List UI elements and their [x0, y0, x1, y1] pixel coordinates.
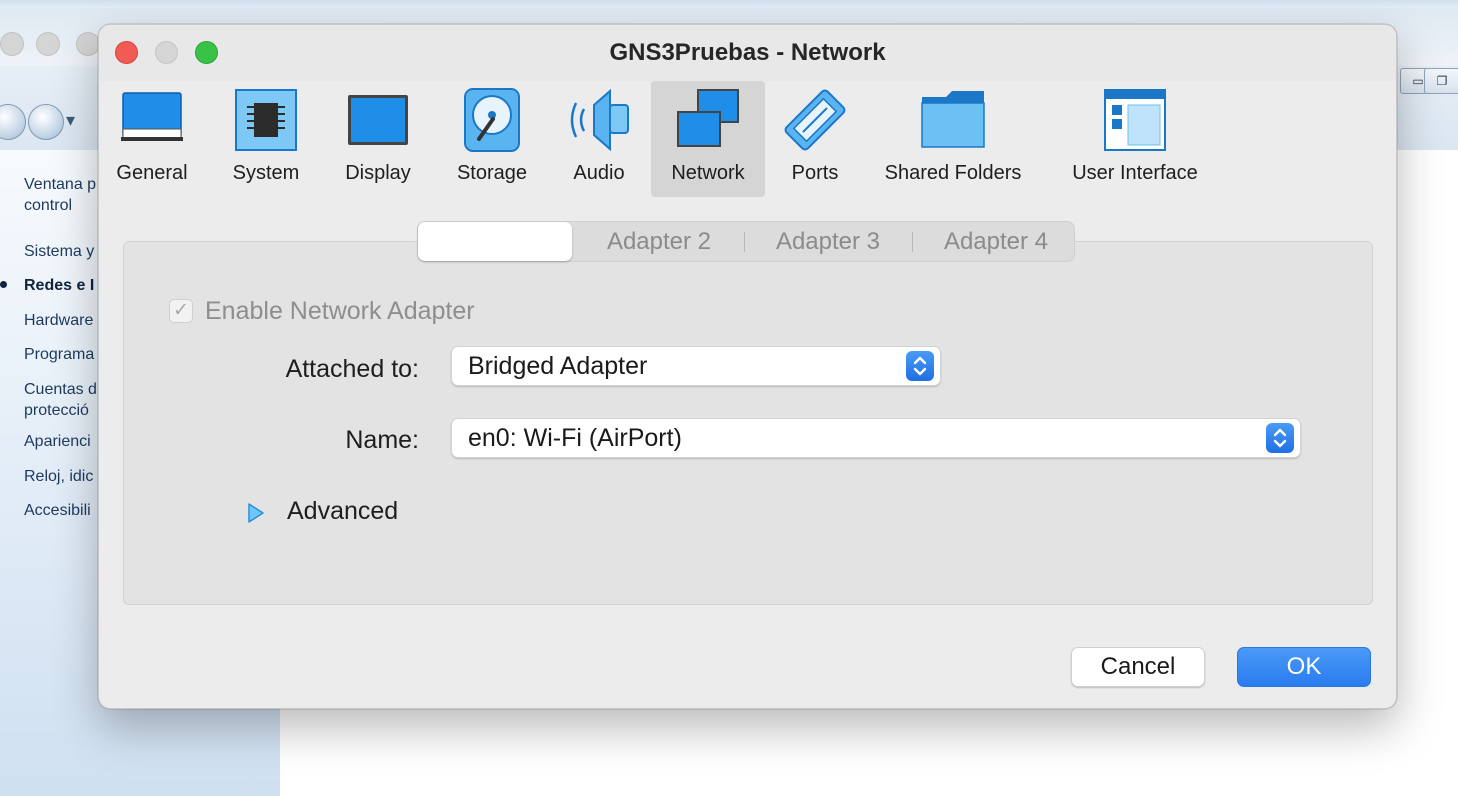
sidebar-link[interactable]: Programa — [24, 344, 100, 365]
forward-button[interactable] — [28, 104, 64, 140]
toolbar-item-user-interface[interactable]: User Interface — [1061, 81, 1209, 197]
toolbar-label: Audio — [573, 162, 625, 184]
network-icon — [677, 89, 739, 147]
attached-to-select[interactable]: Bridged Adapter — [451, 346, 941, 386]
advanced-label: Advanced — [287, 497, 399, 525]
tab-separator — [912, 232, 913, 252]
background-window-button — [0, 32, 24, 56]
bullet-icon — [0, 281, 7, 288]
sidebar-link[interactable]: control — [24, 195, 100, 216]
sidebar-link[interactable]: Ventana p — [24, 174, 100, 195]
display-icon — [348, 95, 408, 145]
name-select[interactable]: en0: Wi-Fi (AirPort) — [451, 418, 1301, 458]
enable-adapter-checkbox[interactable]: ✓ — [169, 299, 193, 323]
sidebar-link[interactable]: Cuentas d — [24, 379, 100, 400]
sidebar-link-current[interactable]: Redes e I — [24, 275, 100, 296]
settings-toolbar: General System Display Storage Audio Net… — [99, 81, 1396, 221]
sidebar-link[interactable]: Reloj, idic — [24, 466, 100, 487]
audio-icon — [570, 88, 629, 152]
toolbar-label: Display — [345, 162, 411, 184]
toolbar-item-shared-folders[interactable]: Shared Folders — [877, 81, 1029, 197]
enable-adapter-label: Enable Network Adapter — [205, 297, 475, 325]
storage-icon — [464, 88, 520, 152]
restore-button[interactable]: ❐ — [1424, 68, 1458, 94]
adapter-tabs: Adapter 2 Adapter 3 Adapter 4 — [417, 221, 1075, 262]
toolbar-item-network[interactable]: Network — [651, 81, 765, 197]
sidebar-link[interactable]: Hardware — [24, 310, 100, 331]
tab-adapter-4[interactable]: Adapter 4 — [914, 222, 1078, 261]
background-window-button — [76, 32, 100, 56]
ok-button[interactable]: OK — [1237, 647, 1371, 687]
general-icon — [121, 92, 183, 141]
background-content-pane — [1396, 150, 1458, 796]
shared-folders-icon — [921, 91, 985, 148]
toolbar-label: Ports — [791, 162, 839, 184]
toolbar-label: Storage — [456, 162, 528, 184]
ports-icon — [784, 89, 846, 151]
toolbar-label: User Interface — [1072, 162, 1198, 184]
name-value: en0: Wi-Fi (AirPort) — [468, 424, 682, 452]
tab-adapter-1[interactable] — [418, 222, 572, 261]
disclosure-triangle-icon[interactable] — [247, 503, 265, 523]
sidebar-link[interactable]: Aparienci — [24, 431, 100, 452]
toolbar-label: System — [232, 162, 300, 184]
toolbar-label: Network — [671, 162, 745, 184]
toolbar-item-system[interactable]: System — [223, 81, 309, 197]
toolbar-item-audio[interactable]: Audio — [557, 81, 641, 197]
toolbar-item-display[interactable]: Display — [333, 81, 423, 197]
sidebar-link[interactable]: Sistema y — [24, 241, 100, 262]
toolbar-item-ports[interactable]: Ports — [775, 81, 855, 197]
toolbar-item-storage[interactable]: Storage — [445, 81, 539, 197]
stepper-icon — [1266, 423, 1294, 453]
stepper-icon — [906, 351, 934, 381]
name-label: Name: — [345, 426, 419, 454]
tab-adapter-3[interactable]: Adapter 3 — [746, 222, 910, 261]
toolbar-label: General — [116, 162, 188, 184]
background-window-button — [36, 32, 60, 56]
window-title: GNS3Pruebas - Network — [609, 39, 886, 66]
toolbar-label: Shared Folders — [884, 162, 1022, 184]
cancel-button[interactable]: Cancel — [1071, 647, 1205, 687]
sidebar-link[interactable]: Accesibili — [24, 500, 100, 521]
system-icon — [235, 89, 297, 151]
chevron-down-icon[interactable]: ▾ — [66, 110, 75, 131]
user-interface-icon — [1104, 89, 1166, 151]
tab-adapter-2[interactable]: Adapter 2 — [578, 222, 740, 261]
tab-separator — [744, 232, 745, 252]
attached-to-value: Bridged Adapter — [468, 352, 648, 380]
sidebar-link[interactable]: protecció — [24, 400, 100, 421]
toolbar-item-general[interactable]: General — [107, 81, 197, 197]
attached-to-label: Attached to: — [285, 355, 419, 383]
settings-dialog: GNS3Pruebas - Network General System Dis… — [98, 24, 1397, 709]
